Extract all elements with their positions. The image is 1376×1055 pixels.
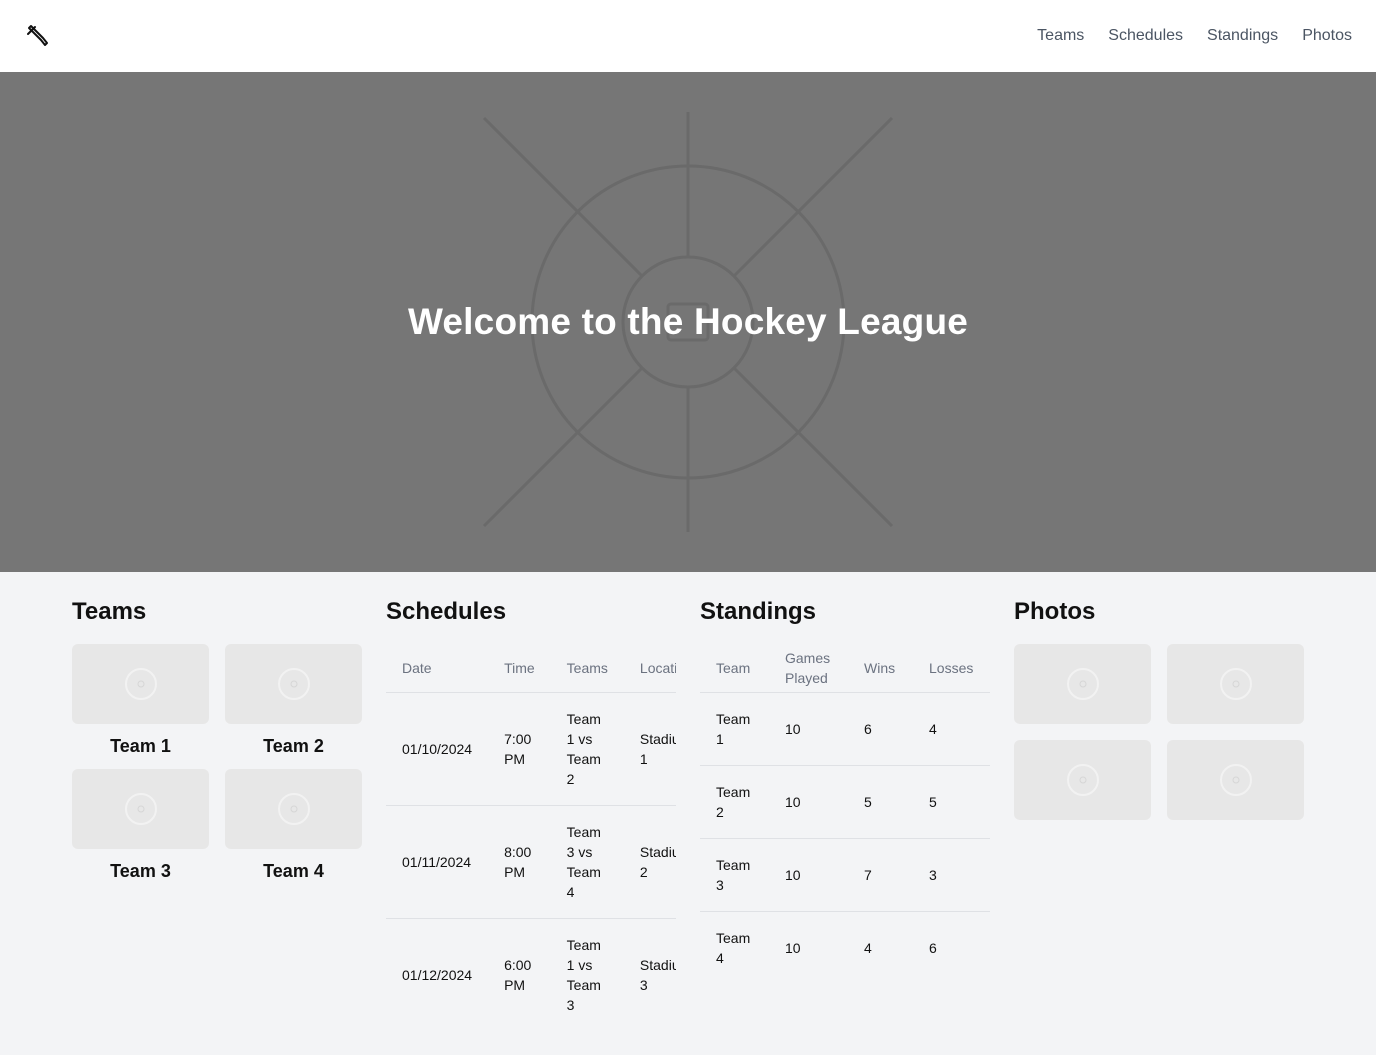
teams-heading: Teams (72, 598, 147, 625)
table-row: 01/10/2024 7:00 PM Team 1 vs Team 2 Stad… (386, 691, 676, 805)
nav-link-schedules[interactable]: Schedules (1108, 27, 1183, 45)
placeholder-icon (1219, 764, 1252, 796)
table-cell: 8:00 PM (488, 804, 551, 918)
content-area: Teams Team 1 Team 2 Team 3 Team 4 Schedu… (0, 572, 1376, 1031)
table-cell: 4 (913, 691, 990, 765)
table-cell: Team 3 (700, 837, 769, 911)
team-card[interactable]: Team 4 (225, 769, 362, 882)
table-cell: Team 4 (700, 910, 769, 984)
nav-link-standings[interactable]: Standings (1207, 27, 1278, 45)
table-cell: Stadium 3 (623, 917, 676, 1031)
top-navbar: Teams Schedules Standings Photos (0, 0, 1376, 72)
table-cell: 10 (769, 764, 848, 838)
schedule-table-scroll[interactable]: Date Time Teams Location 01/10/2024 7:00… (386, 644, 676, 1031)
team-image-placeholder (72, 769, 209, 849)
standings-heading: Standings (700, 598, 817, 625)
placeholder-icon (124, 793, 157, 825)
table-cell: 7:00 PM (488, 691, 551, 805)
table-cell: 01/10/2024 (386, 691, 489, 805)
photo-thumbnail[interactable] (1014, 740, 1151, 820)
placeholder-icon (277, 668, 310, 700)
photos-section: Photos (1014, 598, 1304, 1031)
table-cell: Team 1 (700, 691, 769, 765)
column-header: Location (639, 659, 676, 676)
column-header: Team (716, 659, 751, 676)
column-header: Wins (864, 659, 896, 676)
placeholder-icon (1066, 668, 1099, 700)
table-cell: 5 (913, 764, 990, 838)
table-cell: 5 (848, 764, 913, 838)
photo-thumbnail[interactable] (1167, 740, 1304, 820)
schedules-heading: Schedules (386, 598, 507, 625)
table-cell: 10 (769, 837, 848, 911)
placeholder-icon (1066, 764, 1099, 796)
table-cell: 10 (769, 691, 848, 765)
table-cell: Team 3 vs Team 4 (550, 804, 624, 918)
main-nav: Teams Schedules Standings Photos (1037, 27, 1352, 45)
table-row: 01/12/2024 6:00 PM Team 1 vs Team 3 Stad… (386, 917, 676, 1031)
schedule-table: Date Time Teams Location 01/10/2024 7:00… (386, 644, 676, 1031)
column-header: Losses (929, 659, 974, 676)
teams-section: Teams Team 1 Team 2 Team 3 Team 4 (72, 598, 362, 1031)
column-header: Time (504, 659, 535, 676)
standings-table: Team Games Played Wins Losses Team 1 10 … (700, 644, 990, 984)
hero-title: Welcome to the Hockey League (407, 301, 969, 342)
table-row: Team 3 10 7 3 (700, 837, 990, 911)
table-cell: Team 1 vs Team 3 (550, 917, 624, 1031)
standings-table-wrap: Team Games Played Wins Losses Team 1 10 … (700, 644, 990, 984)
table-row: Team 2 10 5 5 (700, 764, 990, 838)
placeholder-icon (124, 668, 157, 700)
column-header: Games Played (785, 649, 831, 686)
table-cell: 10 (769, 910, 848, 984)
team-image-placeholder (225, 769, 362, 849)
team-image-placeholder (72, 644, 209, 724)
table-cell: Stadium 1 (623, 691, 676, 805)
nav-link-photos[interactable]: Photos (1302, 27, 1352, 45)
team-name: Team 3 (110, 861, 171, 881)
team-name: Team 4 (263, 861, 324, 881)
table-row: Team 4 10 4 6 (700, 910, 990, 984)
table-cell: 6 (913, 910, 990, 984)
team-card[interactable]: Team 2 (225, 644, 362, 757)
hockey-stick-icon[interactable] (24, 23, 50, 49)
placeholder-icon (1219, 668, 1252, 700)
table-header-row: Team Games Played Wins Losses (700, 644, 990, 692)
table-cell: Team 1 vs Team 2 (550, 691, 624, 805)
table-cell: 01/12/2024 (386, 917, 489, 1031)
team-card[interactable]: Team 3 (72, 769, 209, 882)
team-card[interactable]: Team 1 (72, 644, 209, 757)
table-cell: 6:00 PM (488, 917, 551, 1031)
nav-link-teams[interactable]: Teams (1037, 27, 1084, 45)
table-cell: Stadium 2 (623, 804, 676, 918)
photos-heading: Photos (1014, 598, 1096, 625)
table-cell: 7 (848, 837, 913, 911)
table-cell: 3 (913, 837, 990, 911)
hero-banner: Welcome to the Hockey League (0, 72, 1376, 572)
table-cell: 01/11/2024 (386, 804, 489, 918)
team-image-placeholder (225, 644, 362, 724)
table-header-row: Date Time Teams Location (386, 644, 676, 692)
table-row: Team 1 10 6 4 (700, 691, 990, 765)
table-cell: 6 (848, 691, 913, 765)
column-header: Teams (566, 659, 608, 676)
team-name: Team 1 (110, 736, 171, 756)
team-name: Team 2 (263, 736, 324, 756)
photo-thumbnail[interactable] (1014, 644, 1151, 724)
table-cell: 4 (848, 910, 913, 984)
column-header: Date (402, 659, 432, 676)
table-row: 01/11/2024 8:00 PM Team 3 vs Team 4 Stad… (386, 804, 676, 918)
photo-thumbnail[interactable] (1167, 644, 1304, 724)
table-cell: Team 2 (700, 764, 769, 838)
schedules-section: Schedules Date Time Teams Location 01/10… (386, 598, 676, 1031)
standings-section: Standings Team Games Played Wins Losses … (700, 598, 990, 1031)
placeholder-icon (277, 793, 310, 825)
